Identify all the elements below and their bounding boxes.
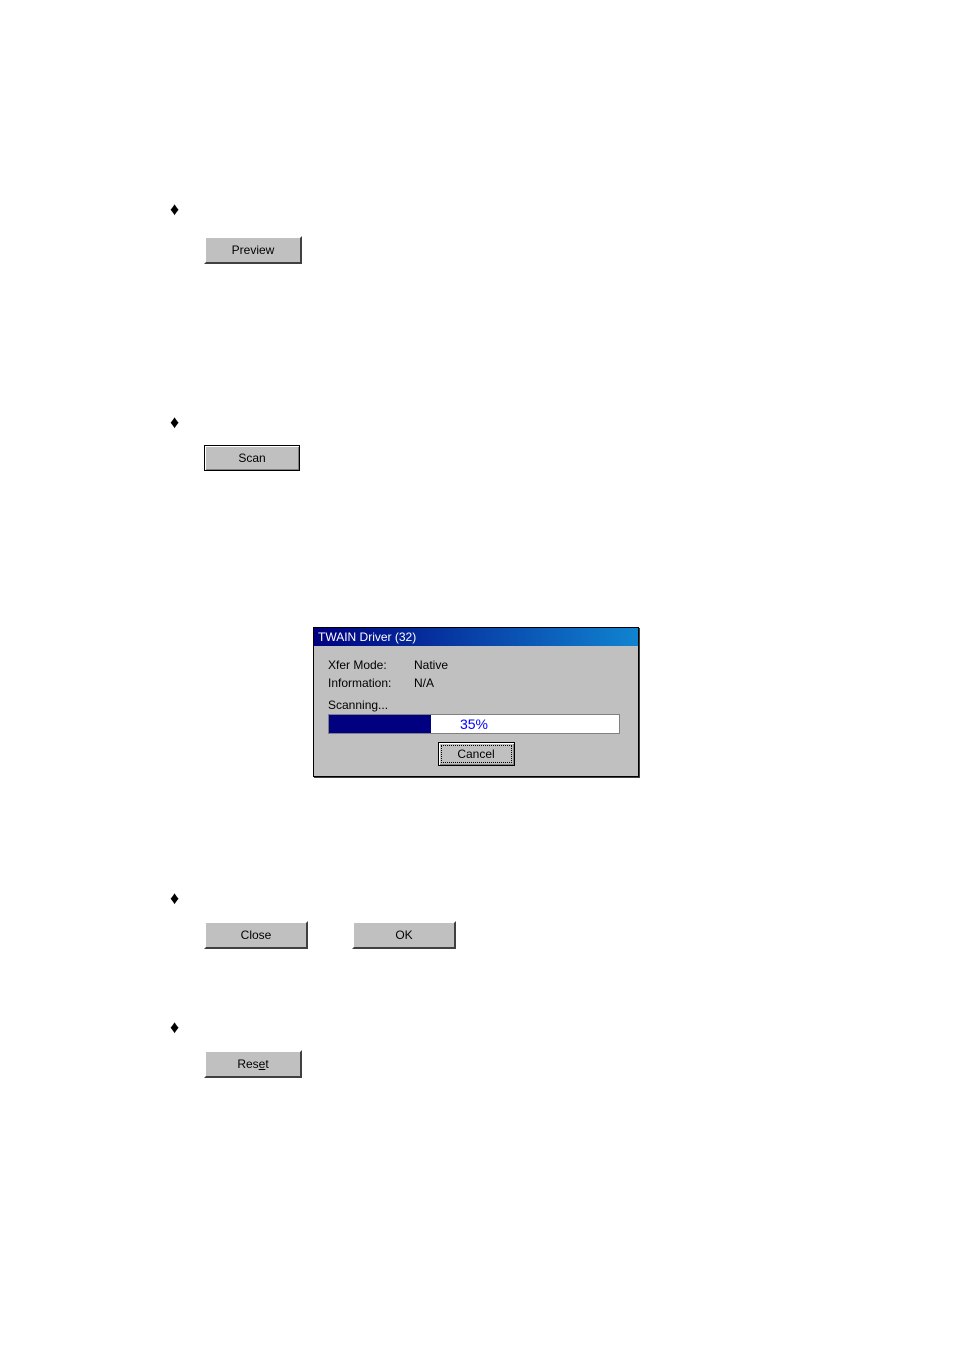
row-value: Native xyxy=(414,658,448,672)
dialog-titlebar: TWAIN Driver (32) xyxy=(314,628,638,646)
row-label: Information: xyxy=(328,676,414,690)
bullet-icon: ♦ xyxy=(170,889,179,907)
row-xfer-mode: Xfer Mode: Native xyxy=(328,658,624,672)
row-value: N/A xyxy=(414,676,434,690)
ok-button[interactable]: OK xyxy=(352,921,456,949)
cancel-button[interactable]: Cancel xyxy=(438,742,515,766)
cancel-button-label: Cancel xyxy=(457,747,494,761)
preview-button[interactable]: Preview xyxy=(204,236,302,264)
reset-button[interactable]: Reset xyxy=(204,1050,302,1078)
progress-dialog: TWAIN Driver (32) Xfer Mode: Native Info… xyxy=(313,627,639,777)
scan-button-label: Scan xyxy=(238,451,265,465)
row-label: Xfer Mode: xyxy=(328,658,414,672)
close-button[interactable]: Close xyxy=(204,921,308,949)
close-button-label: Close xyxy=(241,928,272,942)
bullet-icon: ♦ xyxy=(170,200,179,218)
scan-button[interactable]: Scan xyxy=(204,445,300,471)
progress-bar: 35% xyxy=(328,714,620,734)
progress-text: 35% xyxy=(329,715,619,733)
status-label: Scanning... xyxy=(328,698,624,712)
dialog-title: TWAIN Driver (32) xyxy=(318,630,416,644)
bullet-icon: ♦ xyxy=(170,1018,179,1036)
row-information: Information: N/A xyxy=(328,676,624,690)
preview-button-label: Preview xyxy=(232,243,275,257)
reset-button-label: Reset xyxy=(237,1057,268,1071)
ok-button-label: OK xyxy=(395,928,412,942)
bullet-icon: ♦ xyxy=(170,413,179,431)
